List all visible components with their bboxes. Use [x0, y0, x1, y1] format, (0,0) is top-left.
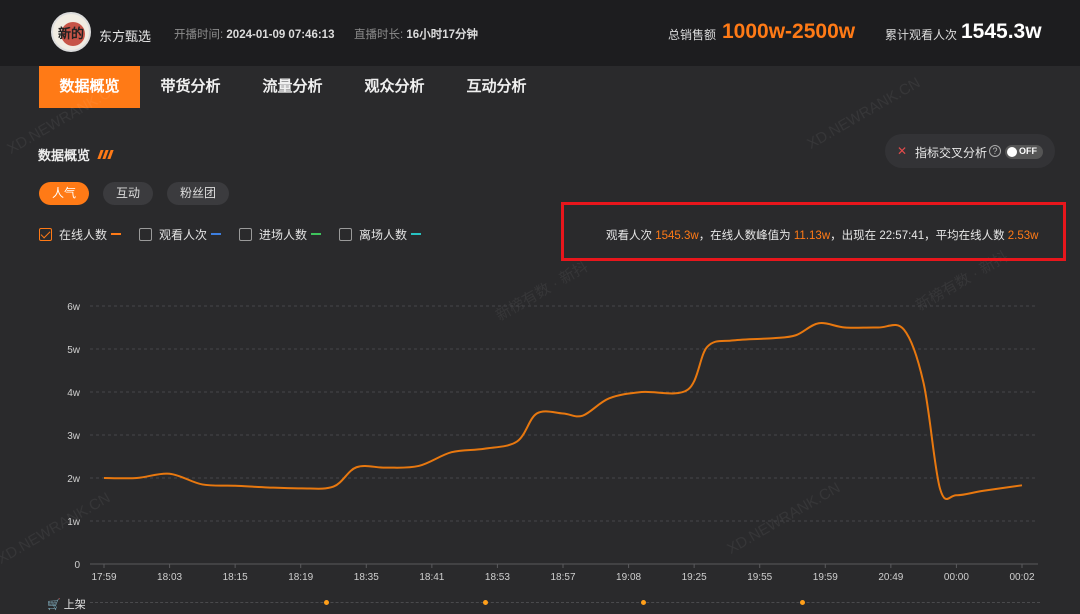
x-tick-label: 18:35: [354, 572, 379, 583]
metric-views[interactable]: 观看人次: [139, 226, 222, 242]
section-title: 数据概览: [38, 148, 91, 163]
metric-label: 离场人数: [359, 227, 408, 242]
legend-swatch: [111, 233, 122, 235]
legend-swatch: [211, 233, 222, 235]
views-value: 1545.3w: [961, 20, 1042, 43]
x-tick-label: 19:55: [747, 572, 772, 583]
duration: 直播时长: 16小时17分钟: [354, 26, 478, 42]
duration-value: 16小时17分钟: [406, 29, 478, 41]
metric-label: 观看人次: [159, 227, 208, 242]
launch-marker[interactable]: [800, 600, 805, 605]
x-tick-label: 18:19: [288, 572, 313, 583]
y-tick-label: 5w: [67, 345, 81, 356]
x-tick-label: 17:59: [91, 572, 116, 583]
summary-views-value: 1545.3w: [655, 230, 699, 242]
legend-swatch: [411, 233, 422, 235]
summary-part: ，在线人数峰值为: [698, 230, 794, 242]
tab-sales-analysis[interactable]: 带货分析: [140, 66, 241, 108]
tab-interaction-analysis[interactable]: 互动分析: [446, 66, 547, 108]
y-tick-label: 2w: [67, 474, 81, 485]
cart-icon: 🛒: [47, 599, 61, 611]
start-time-label: 开播时间:: [174, 29, 224, 41]
metric-label: 在线人数: [59, 227, 108, 242]
summary-text: 观看人次 1545.3w，在线人数峰值为 11.13w，出现在 22:57:41…: [606, 227, 1038, 243]
launch-track: [90, 602, 1040, 603]
avatar[interactable]: 新的: [51, 12, 91, 52]
launch-marker[interactable]: [641, 600, 646, 605]
start-time-value: 2024-01-09 07:46:13: [226, 29, 335, 41]
pill-interaction[interactable]: 互动: [103, 182, 154, 205]
shop-name[interactable]: 东方甄选: [99, 26, 151, 45]
x-tick-label: 18:41: [419, 572, 444, 583]
toggle-state: OFF: [1019, 146, 1037, 156]
checkbox-unchecked[interactable]: [139, 227, 152, 241]
main-tabs: 数据概览 带货分析 流量分析 观众分析 互动分析: [0, 66, 1080, 108]
y-tick-label: 1w: [67, 517, 81, 528]
cross-analysis-icon: ✕: [897, 144, 908, 158]
x-tick-label: 18:53: [485, 572, 510, 583]
legend-swatch: [311, 233, 322, 235]
summary-peak-value: 11.13w: [793, 230, 831, 242]
cross-analysis-control[interactable]: ✕ 指标交叉分析 ? OFF: [885, 134, 1055, 168]
sales-value: 1000w-2500w: [722, 20, 856, 43]
y-tick-label: 0: [74, 560, 80, 571]
summary-part: 观看人次: [606, 230, 656, 242]
tab-traffic-analysis[interactable]: 流量分析: [242, 66, 343, 108]
cross-analysis-label: 指标交叉分析: [915, 146, 988, 160]
tab-overview[interactable]: 数据概览: [39, 66, 140, 108]
x-tick-label: 19:08: [616, 572, 641, 583]
online-users-chart[interactable]: 0 1w 2w 3w 4w 5w 6w 17:59 18:03 18:15 18:19 18:35 18…: [0, 290, 1080, 590]
duration-label: 直播时长:: [354, 29, 404, 41]
x-tick-label: 00:00: [944, 572, 969, 583]
y-tick-label: 4w: [67, 388, 81, 399]
checkbox-unchecked[interactable]: [339, 227, 352, 241]
launch-marker[interactable]: [483, 600, 488, 605]
cross-analysis-toggle[interactable]: OFF: [1005, 145, 1043, 159]
x-tick-label: 00:02: [1009, 572, 1034, 583]
launch-row: 🛒 上架: [47, 596, 86, 612]
x-tick-label: 20:49: [878, 572, 903, 583]
sales-label: 总销售额: [668, 28, 717, 42]
help-icon[interactable]: ?: [989, 145, 1001, 157]
y-tick-label: 6w: [67, 302, 81, 313]
views-label: 累计观看人次: [885, 28, 958, 42]
pill-fan-club[interactable]: 粉丝团: [167, 182, 230, 205]
metric-label: 进场人数: [259, 227, 308, 242]
x-tick-label: 18:15: [223, 572, 248, 583]
checkbox-checked[interactable]: [39, 227, 52, 241]
pill-popularity[interactable]: 人气: [39, 182, 90, 205]
start-time: 开播时间: 2024-01-09 07:46:13: [174, 26, 334, 42]
x-tick-label: 19:25: [682, 572, 707, 583]
toggle-knob: [1007, 147, 1017, 157]
x-tick-label: 18:57: [550, 572, 575, 583]
metric-exits[interactable]: 离场人数: [339, 226, 422, 242]
y-tick-label: 3w: [67, 431, 81, 442]
launch-marker[interactable]: [324, 600, 329, 605]
x-tick-label: 19:59: [813, 572, 838, 583]
checkbox-unchecked[interactable]: [239, 227, 252, 241]
summary-average-value: 2.53w: [1007, 230, 1039, 242]
tab-audience-analysis[interactable]: 观众分析: [344, 66, 445, 108]
live-header: 新的 东方甄选 开播时间: 2024-01-09 07:46:13 直播时长: …: [0, 0, 1080, 66]
avatar-text: 新的: [57, 27, 84, 42]
title-decoration-icon: [97, 146, 117, 159]
summary-part: ，出现在 22:57:41，平均在线人数: [830, 230, 1008, 242]
metric-online-users[interactable]: 在线人数: [39, 226, 122, 242]
launch-label: 上架: [63, 599, 86, 611]
metric-entries[interactable]: 进场人数: [239, 226, 322, 242]
x-tick-label: 18:03: [157, 572, 182, 583]
